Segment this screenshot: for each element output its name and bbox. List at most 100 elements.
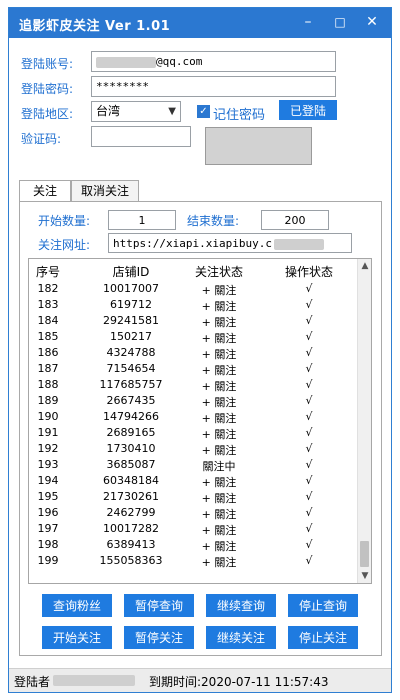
column-header-index[interactable]: 序号 xyxy=(33,263,63,280)
table-row[interactable]: 184 29241581 + 關注 √ xyxy=(29,313,359,329)
row-shop-id: 2462799 xyxy=(106,506,156,519)
row-follow-status: + 關注 xyxy=(201,524,237,537)
minimize-icon[interactable]: – xyxy=(295,11,321,33)
row-action-status: √ xyxy=(305,538,313,551)
table-row[interactable]: 195 21730261 + 關注 √ xyxy=(29,489,359,505)
table-row[interactable]: 191 2689165 + 關注 √ xyxy=(29,425,359,441)
row-shop-id: 10017282 xyxy=(103,522,159,535)
row-follow-status: + 關注 xyxy=(201,444,237,457)
window-title: 追影虾皮关注 Ver 1.01 xyxy=(19,19,171,34)
continue-query-button[interactable]: 继续查询 xyxy=(206,594,276,617)
row-index: 199 xyxy=(37,554,59,567)
tab-follow[interactable]: 关注 xyxy=(19,180,71,203)
captcha-image[interactable] xyxy=(205,127,312,165)
table-row[interactable]: 183 619712 + 關注 √ xyxy=(29,297,359,313)
expiry-time: 到期时间:2020-07-11 11:57:43 xyxy=(149,675,329,689)
table-scrollbar[interactable]: ▲ ▼ xyxy=(357,259,371,583)
logged-in-user-label: 登陆者 xyxy=(14,675,51,689)
row-action-status: √ xyxy=(305,426,313,439)
table-row[interactable]: 186 4324788 + 關注 √ xyxy=(29,345,359,361)
table-row[interactable]: 182 10017007 + 關注 √ xyxy=(29,281,359,297)
table-row[interactable]: 197 10017282 + 關注 √ xyxy=(29,521,359,537)
table-row[interactable]: 187 7154654 + 關注 √ xyxy=(29,361,359,377)
table-row[interactable]: 196 2462799 + 關注 √ xyxy=(29,505,359,521)
column-header-shop-id[interactable]: 店铺ID xyxy=(91,263,171,280)
start-count-field[interactable]: 1 xyxy=(108,210,176,230)
table-row[interactable]: 185 150217 + 關注 √ xyxy=(29,329,359,345)
row-index: 184 xyxy=(37,314,59,327)
row-action-status: √ xyxy=(305,282,313,295)
title-bar[interactable]: 追影虾皮关注 Ver 1.01 – □ ✕ xyxy=(9,8,391,38)
column-header-follow-status[interactable]: 关注状态 xyxy=(179,263,259,280)
row-shop-id: 10017007 xyxy=(103,282,159,295)
row-action-status: √ xyxy=(305,490,313,503)
table-row[interactable]: 193 3685087 關注中 √ xyxy=(29,457,359,473)
row-follow-status: + 關注 xyxy=(201,476,237,489)
row-follow-status: 關注中 xyxy=(202,460,236,473)
row-action-status: √ xyxy=(305,442,313,455)
remember-checkbox[interactable]: ✓ xyxy=(197,105,210,118)
table-row[interactable]: 198 6389413 + 關注 √ xyxy=(29,537,359,553)
row-action-status: √ xyxy=(305,314,313,327)
table-row[interactable]: 199 155058363 + 關注 √ xyxy=(29,553,359,569)
row-index: 192 xyxy=(37,442,59,455)
region-select[interactable]: 台湾 ▼ xyxy=(91,101,181,122)
region-label: 登陆地区: xyxy=(21,107,74,121)
end-count-field[interactable]: 200 xyxy=(261,210,329,230)
close-icon[interactable]: ✕ xyxy=(359,11,385,33)
row-index: 190 xyxy=(37,410,59,423)
redacted-mask xyxy=(53,675,135,686)
row-shop-id: 21730261 xyxy=(103,490,159,503)
table-row[interactable]: 188 117685757 + 關注 √ xyxy=(29,377,359,393)
pause-follow-button[interactable]: 暂停关注 xyxy=(124,626,194,649)
stop-follow-button[interactable]: 停止关注 xyxy=(288,626,358,649)
row-follow-status: + 關注 xyxy=(201,428,237,441)
row-index: 187 xyxy=(37,362,59,375)
stop-query-button[interactable]: 停止查询 xyxy=(288,594,358,617)
column-header-action-status[interactable]: 操作状态 xyxy=(269,263,349,280)
query-fans-button[interactable]: 查询粉丝 xyxy=(42,594,112,617)
url-label: 关注网址: xyxy=(38,238,91,252)
password-field[interactable]: ******** xyxy=(91,76,336,97)
row-follow-status: + 關注 xyxy=(201,380,237,393)
remember-label: 记住密码 xyxy=(213,108,266,123)
url-field[interactable]: https://xiapi.xiapibuy.c xyxy=(108,233,352,253)
captcha-field[interactable] xyxy=(91,126,191,147)
row-action-status: √ xyxy=(305,410,313,423)
row-index: 182 xyxy=(37,282,59,295)
row-shop-id: 7154654 xyxy=(106,362,156,375)
row-follow-status: + 關注 xyxy=(201,284,237,297)
continue-follow-button[interactable]: 继续关注 xyxy=(206,626,276,649)
row-shop-id: 3685087 xyxy=(106,458,156,471)
scrollbar-thumb[interactable] xyxy=(360,541,369,567)
tab-unfollow[interactable]: 取消关注 xyxy=(71,180,139,202)
row-follow-status: + 關注 xyxy=(201,556,237,569)
end-count-label: 结束数量: xyxy=(187,214,240,228)
row-action-status: √ xyxy=(305,378,313,391)
start-count-label: 开始数量: xyxy=(38,214,91,228)
row-index: 189 xyxy=(37,394,59,407)
login-button[interactable]: 已登陆 xyxy=(279,100,337,120)
maximize-icon[interactable]: □ xyxy=(327,11,353,33)
result-table[interactable]: 序号 店铺ID 关注状态 操作状态 182 10017007 + 關注 √ 183 619… xyxy=(28,258,372,584)
chevron-down-icon: ▼ xyxy=(168,106,176,117)
row-shop-id: 150217 xyxy=(110,330,152,343)
row-index: 183 xyxy=(37,298,59,311)
table-row[interactable]: 192 1730410 + 關注 √ xyxy=(29,441,359,457)
table-row[interactable]: 194 60348184 + 關注 √ xyxy=(29,473,359,489)
row-shop-id: 2667435 xyxy=(106,394,156,407)
scroll-down-icon[interactable]: ▼ xyxy=(358,569,371,583)
scroll-up-icon[interactable]: ▲ xyxy=(358,259,371,273)
table-row[interactable]: 189 2667435 + 關注 √ xyxy=(29,393,359,409)
account-field[interactable]: @qq.com xyxy=(91,51,336,72)
row-action-status: √ xyxy=(305,298,313,311)
row-shop-id: 14794266 xyxy=(103,410,159,423)
row-follow-status: + 關注 xyxy=(201,396,237,409)
pause-query-button[interactable]: 暂停查询 xyxy=(124,594,194,617)
table-row[interactable]: 190 14794266 + 關注 √ xyxy=(29,409,359,425)
follow-panel: 开始数量: 1 结束数量: 200 关注网址: https://xiapi.xi… xyxy=(19,201,382,656)
row-action-status: √ xyxy=(305,474,313,487)
start-follow-button[interactable]: 开始关注 xyxy=(42,626,112,649)
app-window: 追影虾皮关注 Ver 1.01 – □ ✕ 登陆账号: @qq.com 登陆密码… xyxy=(8,7,392,693)
redacted-mask xyxy=(273,238,324,250)
